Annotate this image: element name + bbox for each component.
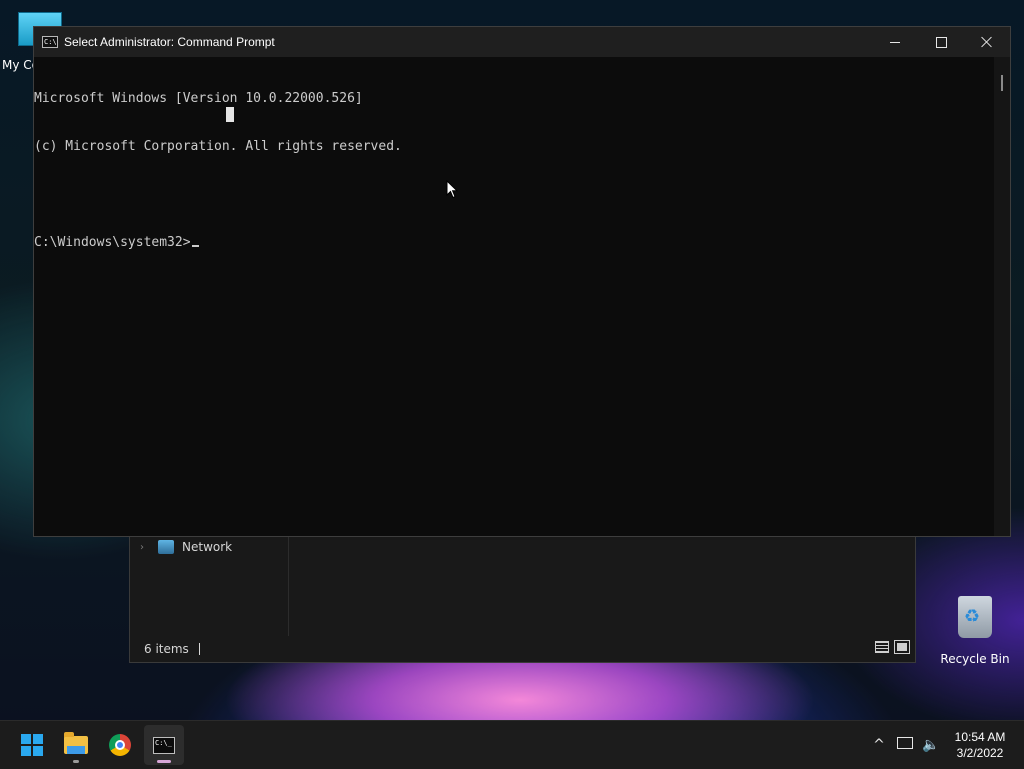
- running-indicator: [73, 760, 79, 763]
- network-status-icon[interactable]: [892, 737, 918, 753]
- start-button[interactable]: [12, 725, 52, 765]
- close-icon: [981, 36, 993, 48]
- taskbar-chrome[interactable]: [100, 725, 140, 765]
- cmd-app-icon[interactable]: C:\: [42, 36, 58, 48]
- clock-date: 3/2/2022: [956, 746, 1004, 760]
- vertical-scrollbar[interactable]: [994, 57, 1010, 536]
- system-tray: ^ 🔈 10:54 AM 3/2/2022: [866, 721, 1024, 769]
- taskbar-command-prompt[interactable]: C:\_: [144, 725, 184, 765]
- nav-item-label: Network: [182, 540, 233, 554]
- chrome-icon: [109, 734, 131, 756]
- folder-icon: [64, 732, 88, 754]
- file-explorer-window: › Network 6 items: [129, 536, 916, 663]
- active-indicator: [157, 760, 171, 763]
- console-line: (c) Microsoft Corporation. All rights re…: [34, 139, 402, 154]
- chevron-right-icon[interactable]: ›: [140, 542, 150, 553]
- windows-logo-icon: [21, 734, 43, 756]
- close-button[interactable]: [964, 27, 1010, 57]
- mouse-pointer-icon: [446, 180, 458, 199]
- network-icon: [158, 540, 174, 554]
- console-output[interactable]: Microsoft Windows [Version 10.0.22000.52…: [34, 57, 994, 536]
- title-bar[interactable]: C:\ Select Administrator: Command Prompt: [34, 27, 1010, 57]
- recycle-bin-icon: ♻: [958, 596, 992, 638]
- minimize-icon: [890, 41, 900, 43]
- show-hidden-icons-chevron-up-icon[interactable]: ^: [866, 737, 892, 753]
- details-view-icon[interactable]: [875, 641, 889, 653]
- prompt-line: C:\Windows\system32>: [34, 235, 994, 251]
- scrollbar-thumb[interactable]: [1001, 75, 1003, 91]
- selection-block: [226, 107, 234, 122]
- minimize-button[interactable]: [872, 27, 918, 57]
- maximize-button[interactable]: [918, 27, 964, 57]
- large-icons-view-icon[interactable]: [894, 640, 910, 654]
- window-controls: [872, 27, 1010, 57]
- window-title: Select Administrator: Command Prompt: [64, 35, 275, 49]
- console-line: Microsoft Windows [Version 10.0.22000.52…: [34, 91, 363, 106]
- status-bar: 6 items: [144, 642, 200, 656]
- volume-icon[interactable]: 🔈: [918, 737, 944, 753]
- clock[interactable]: 10:54 AM 3/2/2022: [944, 729, 1016, 761]
- text-cursor: [191, 245, 199, 247]
- nav-item-network[interactable]: › Network: [140, 540, 232, 554]
- view-toggle: [875, 640, 910, 654]
- taskbar-file-explorer[interactable]: [56, 725, 96, 765]
- item-count: 6 items: [144, 642, 189, 656]
- maximize-icon: [935, 36, 947, 48]
- navigation-pane: › Network: [130, 536, 289, 636]
- status-divider: [198, 643, 200, 655]
- terminal-icon: C:\_: [153, 736, 175, 754]
- clock-time: 10:54 AM: [954, 730, 1006, 744]
- desktop-icon-label: Recycle Bin: [940, 652, 1010, 666]
- prompt-text: C:\Windows\system32>: [34, 235, 191, 250]
- taskbar: C:\_ ^ 🔈 10:54 AM 3/2/2022: [0, 720, 1024, 769]
- desktop-icon-recycle-bin[interactable]: ♻ Recycle Bin: [940, 596, 1010, 666]
- command-prompt-window[interactable]: C:\ Select Administrator: Command Prompt…: [33, 26, 1011, 537]
